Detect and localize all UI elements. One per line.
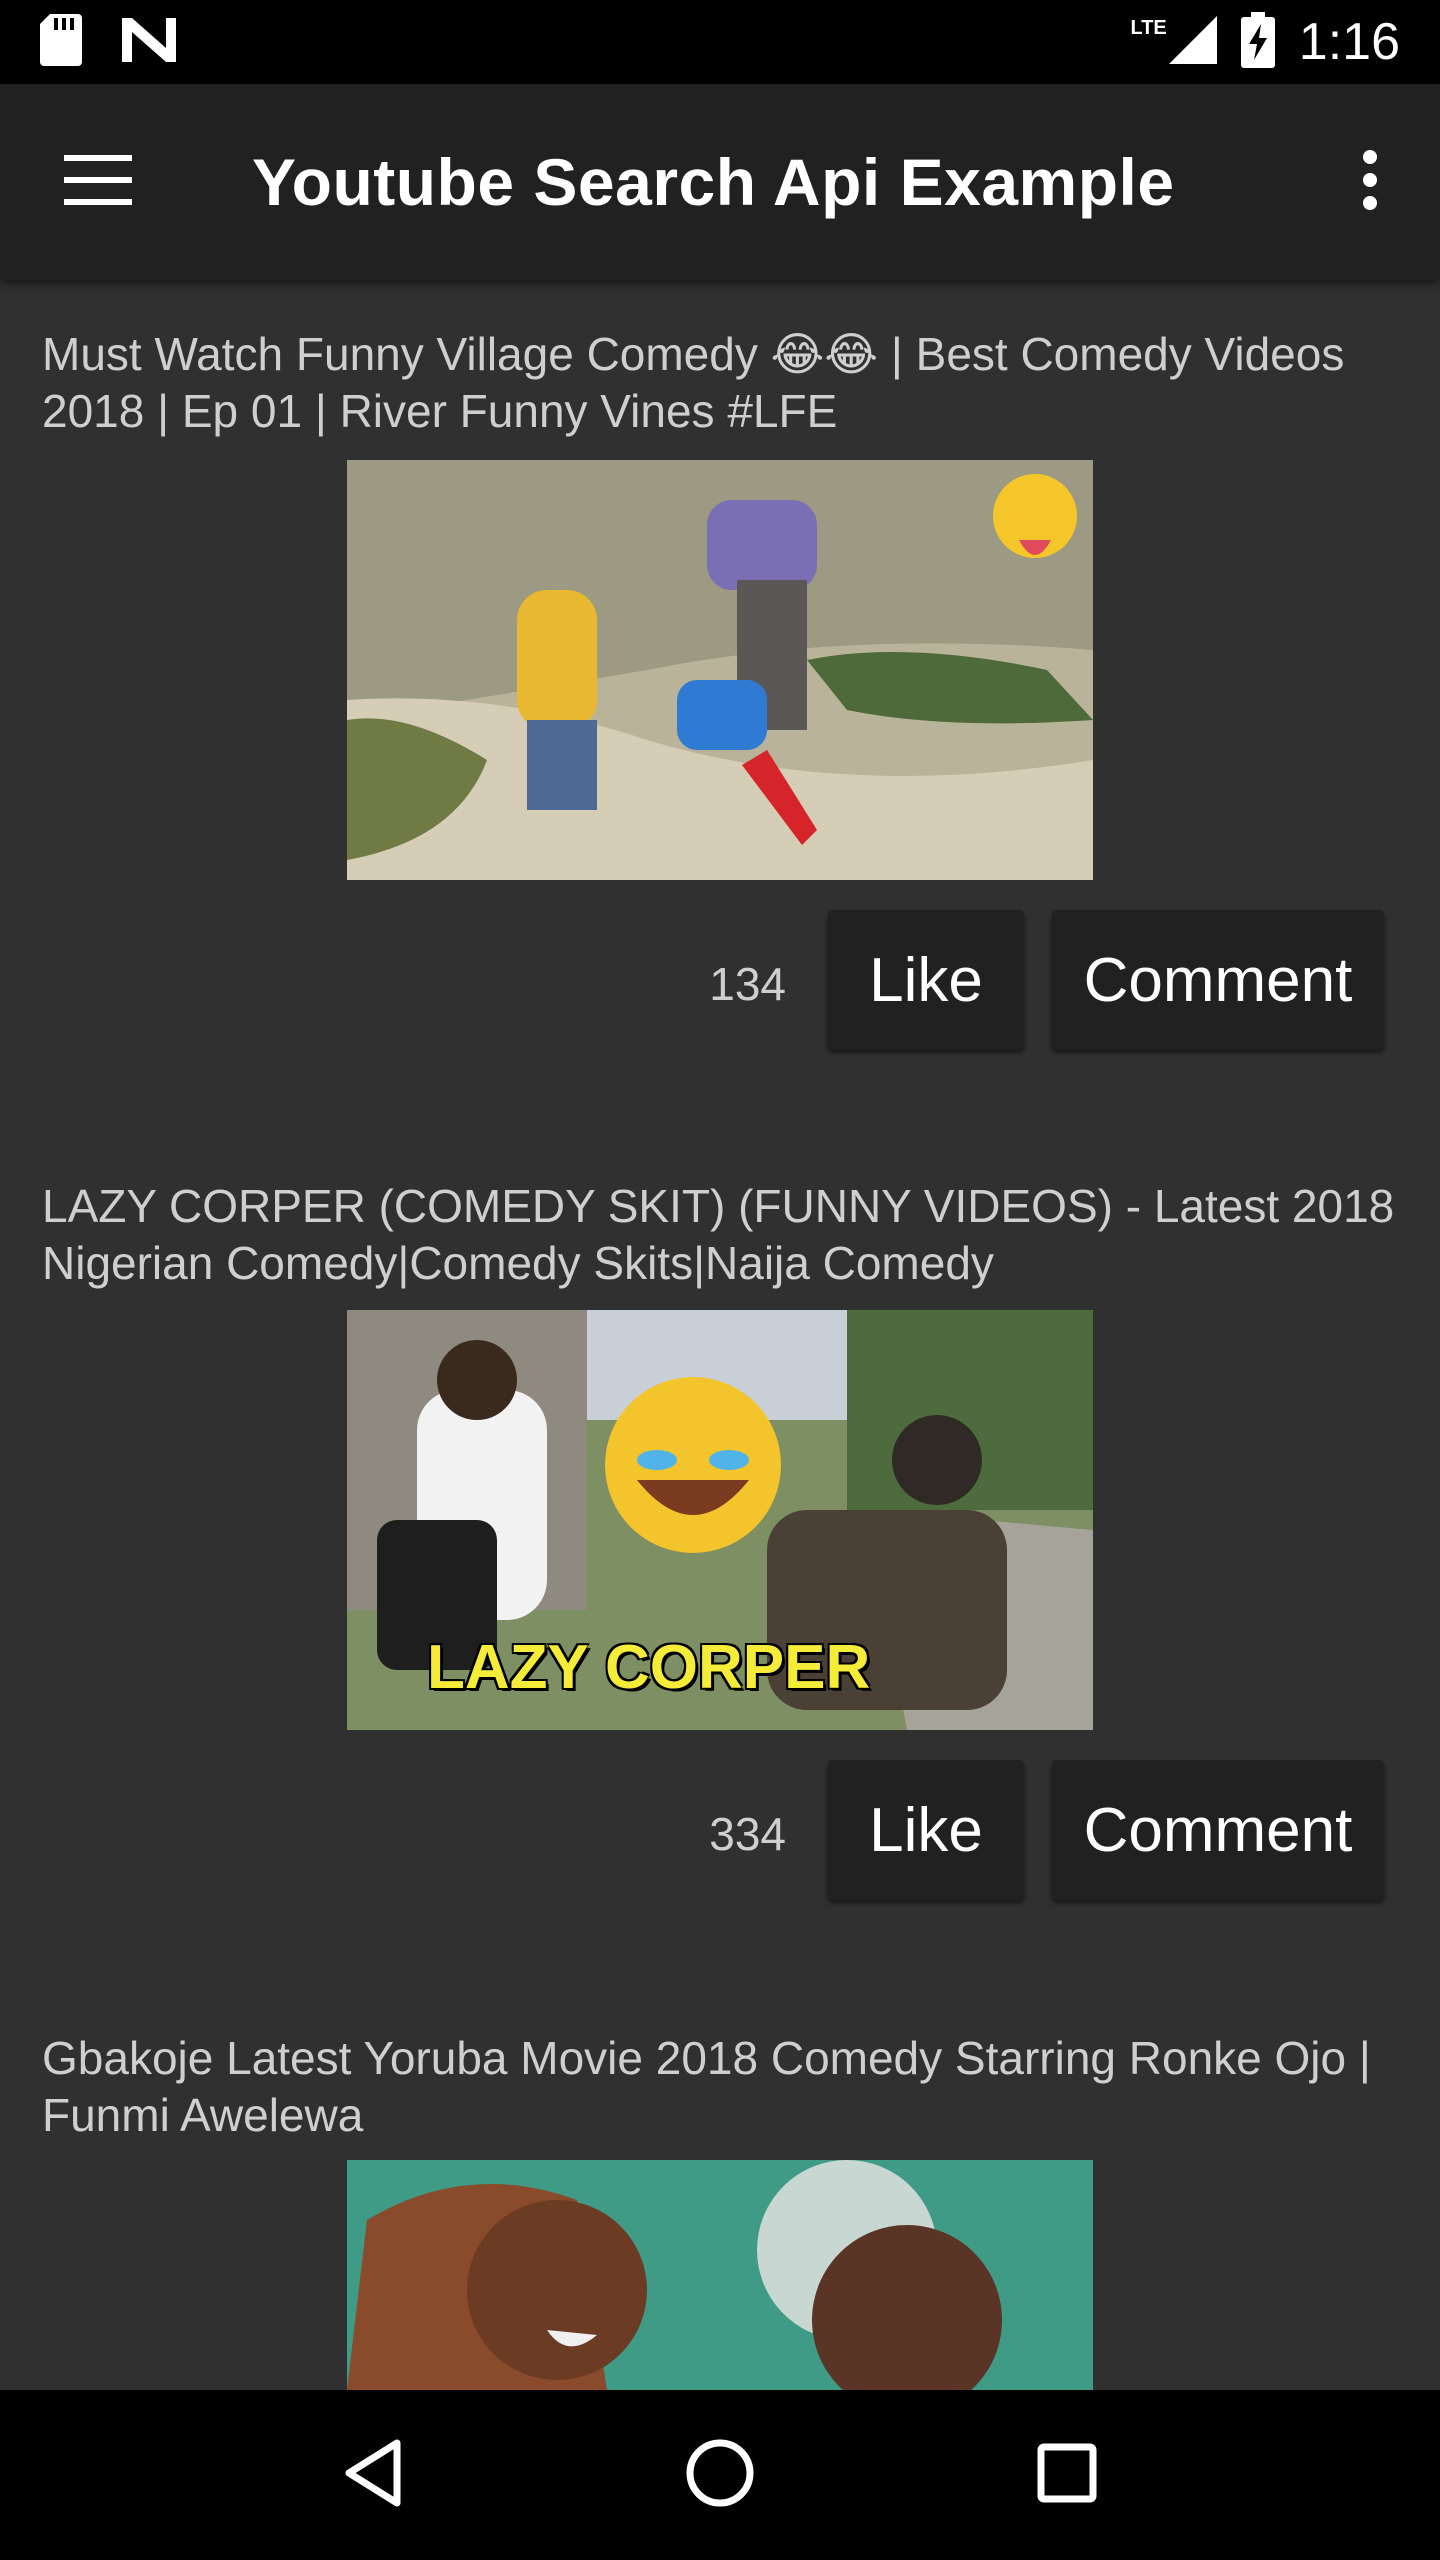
thumbnail-caption: LAZY CORPER <box>427 1633 871 1702</box>
app-title: Youtube Search Api Example <box>252 145 1175 219</box>
app-bar: Youtube Search Api Example <box>0 84 1440 280</box>
like-count: 134 <box>709 958 786 1010</box>
like-count: 334 <box>709 1808 786 1860</box>
video-thumbnail[interactable] <box>347 2160 1093 2390</box>
video-thumbnail[interactable] <box>347 460 1093 880</box>
home-button[interactable] <box>660 2415 780 2535</box>
recents-square-icon <box>1037 2443 1097 2508</box>
video-card: Gbakoje Latest Yoruba Movie 2018 Comedy … <box>0 1980 1440 2390</box>
overflow-menu-button[interactable] <box>1300 84 1440 280</box>
home-circle-icon <box>685 2438 755 2513</box>
video-thumbnail[interactable]: LAZY CORPER <box>347 1310 1093 1730</box>
menu-button[interactable] <box>0 84 196 280</box>
sd-card-icon <box>40 13 82 71</box>
video-title: Must Watch Funny Village Comedy 😂😂 | Bes… <box>42 328 1345 437</box>
status-bar: LTE 1:16 <box>0 0 1440 84</box>
video-card: LAZY CORPER (COMEDY SKIT) (FUNNY VIDEOS)… <box>0 1130 1440 1980</box>
back-triangle-icon <box>343 2439 403 2512</box>
like-button[interactable]: Like <box>828 910 1024 1050</box>
back-button[interactable] <box>313 2415 433 2535</box>
video-card: Must Watch Funny Village Comedy 😂😂 | Bes… <box>0 280 1440 1130</box>
video-title: LAZY CORPER (COMEDY SKIT) (FUNNY VIDEOS)… <box>42 1180 1395 1289</box>
video-title: Gbakoje Latest Yoruba Movie 2018 Comedy … <box>42 2032 1371 2141</box>
more-vert-icon <box>1362 149 1378 215</box>
recents-button[interactable] <box>1007 2415 1127 2535</box>
signal-icon <box>1168 15 1217 69</box>
network-type: LTE <box>1130 16 1167 39</box>
clock: 1:16 <box>1298 13 1400 71</box>
n-logo-icon <box>122 17 176 67</box>
video-list[interactable]: Must Watch Funny Village Comedy 😂😂 | Bes… <box>0 280 1440 2390</box>
comment-button[interactable]: Comment <box>1052 910 1384 1050</box>
like-button[interactable]: Like <box>828 1760 1024 1900</box>
comment-button[interactable]: Comment <box>1052 1760 1384 1900</box>
battery-charging-icon <box>1240 11 1275 73</box>
hamburger-menu-icon <box>64 154 132 210</box>
navigation-bar <box>0 2390 1440 2560</box>
